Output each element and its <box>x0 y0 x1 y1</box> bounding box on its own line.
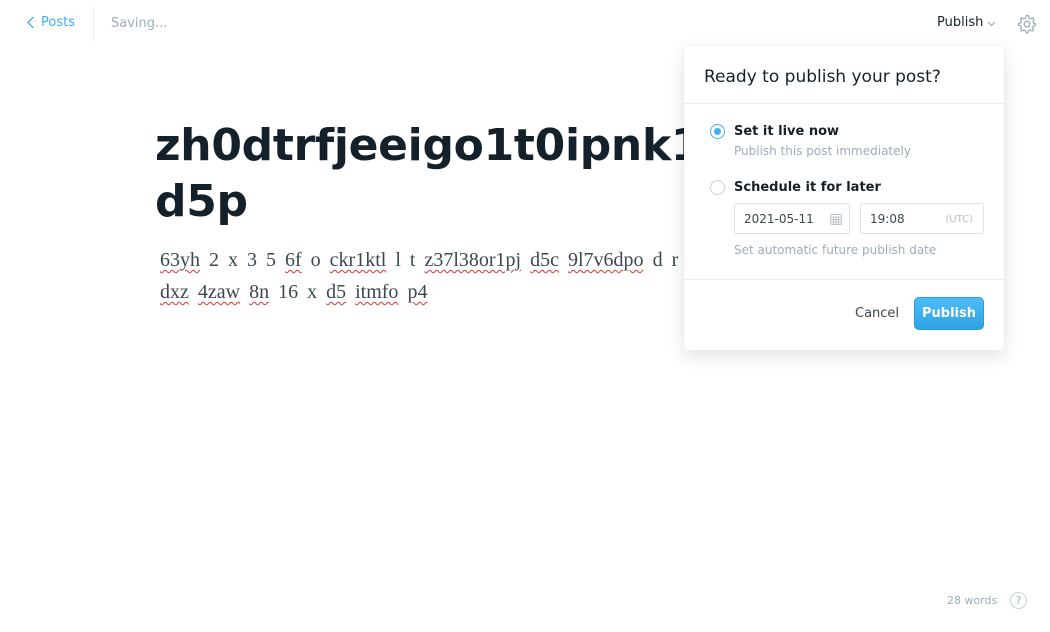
body-word: 6f <box>285 249 302 271</box>
body-word: d5 <box>326 281 347 303</box>
body-word: r <box>671 249 679 271</box>
post-title-line: zh0dtrfjeeigo1t0ipnk1b <box>155 120 733 171</box>
chevron-left-icon <box>27 16 34 29</box>
body-word: o <box>310 249 321 271</box>
body-word: d <box>652 249 663 271</box>
post-body[interactable]: 63yh 2 x 3 5 6f o ckr1ktl l t z37l38or1p… <box>160 244 700 308</box>
schedule-time-input[interactable]: 19:08 (UTC) <box>860 203 984 234</box>
body-word: 63yh <box>160 249 200 271</box>
body-word: 16 x <box>278 281 318 303</box>
post-body-line: dxz 4zaw 8n 16 x d5 itmfo p4 <box>160 276 700 308</box>
body-word: x <box>228 249 238 271</box>
save-status: Saving... <box>111 16 168 31</box>
publish-popover-heading: Ready to publish your post? <box>684 46 1004 104</box>
gear-icon[interactable] <box>1017 14 1037 34</box>
cancel-button[interactable]: Cancel <box>855 306 899 321</box>
publish-trigger-label: Publish <box>937 15 984 30</box>
post-title[interactable]: zh0dtrfjeeigo1t0ipnk1b d5p <box>155 118 733 230</box>
publish-popover: Ready to publish your post? Set it live … <box>684 46 1004 350</box>
body-word: p4 <box>407 281 428 303</box>
post-editor: zh0dtrfjeeigo1t0ipnk1b d5p <box>155 118 733 230</box>
chevron-down-icon <box>987 21 996 26</box>
schedule-date-input[interactable]: 2021-05-11 <box>734 203 850 234</box>
back-link-label: Posts <box>41 15 75 30</box>
body-word: 3 5 <box>247 249 276 271</box>
body-word: 2 <box>209 249 219 271</box>
body-word: l t <box>395 249 416 271</box>
back-to-posts-link[interactable]: Posts <box>26 15 75 30</box>
publish-button[interactable]: Publish <box>914 297 984 330</box>
body-word: dxz <box>160 281 189 303</box>
body-word: ckr1ktl <box>329 249 387 271</box>
timezone-label: (UTC) <box>945 214 973 225</box>
schedule-hint: Set automatic future publish date <box>734 243 937 257</box>
body-word: d5c <box>530 249 559 271</box>
publish-now-subtitle: Publish this post immediately <box>734 144 911 158</box>
publish-now-title: Set it live now <box>734 124 840 139</box>
publish-popover-footer: Cancel Publish <box>684 279 1004 350</box>
schedule-radio[interactable] <box>710 180 725 195</box>
word-count: 28 words <box>947 594 998 607</box>
body-word: 9l7v6dpo <box>568 249 644 271</box>
body-word: 8n <box>249 281 270 303</box>
post-title-line: d5p <box>155 176 248 227</box>
body-word: itmfo <box>355 281 399 303</box>
schedule-date-value: 2021-05-11 <box>744 212 814 226</box>
body-word: 4zaw <box>197 281 241 303</box>
publish-menu-trigger[interactable]: Publish <box>937 15 996 30</box>
calendar-icon <box>830 214 842 225</box>
publish-now-option[interactable]: Set it live now Publish this post immedi… <box>710 124 911 159</box>
help-button[interactable]: ? <box>1010 592 1027 609</box>
schedule-datetime: 2021-05-11 19:08 (UTC) <box>734 203 984 234</box>
publish-now-radio[interactable] <box>710 124 725 139</box>
post-body-line: 63yh 2 x 3 5 6f o ckr1ktl l t z37l38or1p… <box>160 244 700 276</box>
schedule-title: Schedule it for later <box>734 180 881 195</box>
header-divider <box>93 6 94 42</box>
schedule-option[interactable]: Schedule it for later <box>710 180 881 196</box>
body-word: z37l38or1pj <box>424 249 522 271</box>
editor-header: Posts Saving... Publish <box>0 0 1050 48</box>
schedule-time-value: 19:08 <box>870 212 905 226</box>
